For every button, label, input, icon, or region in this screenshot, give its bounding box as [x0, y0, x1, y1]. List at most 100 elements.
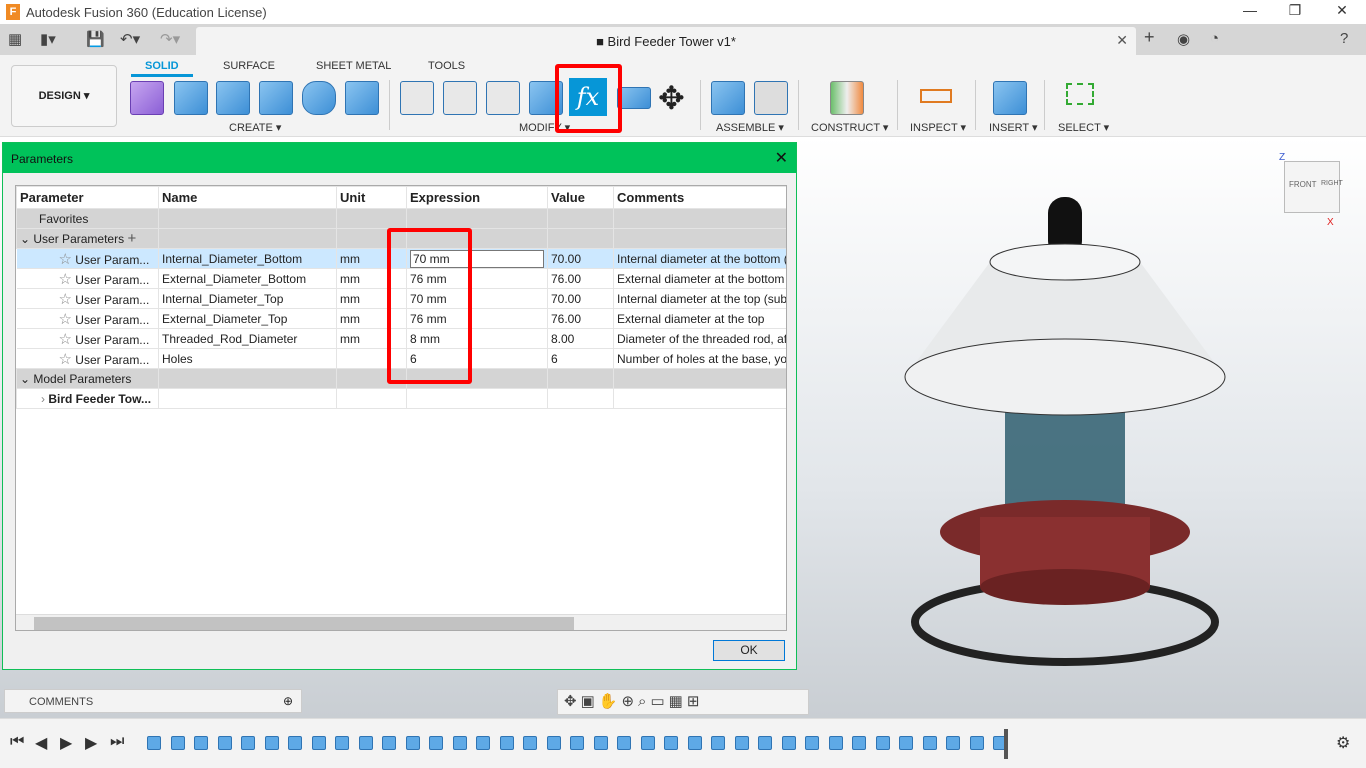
param-name[interactable]: External_Diameter_Top: [158, 308, 337, 329]
timeline-feature-icon[interactable]: [311, 736, 326, 750]
timeline-feature-icon[interactable]: [593, 736, 608, 750]
timeline-feature-icon[interactable]: [852, 736, 866, 750]
close-window-button[interactable]: ✕: [1332, 2, 1352, 19]
create-menu[interactable]: CREATE ▾: [229, 121, 281, 134]
view-cube-right[interactable]: RIGHT: [1321, 180, 1343, 187]
file-menu-icon[interactable]: ▮▾: [40, 30, 56, 48]
insert-menu[interactable]: INSERT ▾: [989, 121, 1038, 134]
favorite-star-icon[interactable]: ☆: [59, 291, 72, 308]
new-tab-icon[interactable]: +: [1144, 27, 1155, 48]
new-component-icon[interactable]: [711, 81, 745, 115]
inspect-menu[interactable]: INSPECT ▾: [910, 121, 966, 134]
param-comment[interactable]: External diameter at the bottom: [613, 268, 786, 289]
timeline-feature-icon[interactable]: [969, 736, 984, 750]
close-tab-icon[interactable]: ✕: [1116, 32, 1128, 49]
col-name[interactable]: Name: [158, 186, 337, 209]
zoom-icon[interactable]: ⊕: [621, 693, 638, 710]
timeline-feature-icon[interactable]: [664, 736, 678, 750]
timeline-feature-icon[interactable]: [382, 736, 396, 750]
col-parameter[interactable]: Parameter: [16, 186, 159, 209]
grid-settings-icon[interactable]: ▦: [669, 693, 687, 710]
redo-icon[interactable]: ↷▾: [160, 30, 180, 48]
step-back-icon[interactable]: ◀: [35, 733, 47, 753]
timeline-feature-icon[interactable]: [499, 736, 514, 750]
horizontal-scrollbar[interactable]: [16, 614, 786, 630]
param-comment[interactable]: Internal diameter at the bottom (: [613, 248, 786, 269]
loft-icon[interactable]: [259, 81, 293, 115]
timeline-feature-icon[interactable]: [899, 736, 913, 750]
favorite-star-icon[interactable]: ☆: [59, 271, 72, 288]
offset-face-icon[interactable]: [617, 87, 651, 109]
param-name[interactable]: Internal_Diameter_Bottom: [158, 248, 337, 269]
timeline-feature-icon[interactable]: [452, 736, 467, 750]
box-icon[interactable]: [345, 81, 379, 115]
param-name[interactable]: Holes: [158, 348, 337, 369]
job-status-icon[interactable]: ◔: [1210, 30, 1219, 47]
help-icon[interactable]: ?: [1340, 30, 1348, 47]
step-forward-icon[interactable]: ▶: [85, 733, 97, 753]
col-expression[interactable]: Expression: [406, 186, 548, 209]
chevron-down-icon[interactable]: ⌄: [20, 232, 33, 246]
pan-icon[interactable]: ✋: [599, 693, 622, 710]
assemble-menu[interactable]: ASSEMBLE ▾: [716, 121, 784, 134]
param-name[interactable]: Internal_Diameter_Top: [158, 288, 337, 309]
construct-menu[interactable]: CONSTRUCT ▾: [811, 121, 888, 134]
fillet-icon[interactable]: [443, 81, 477, 115]
timeline-feature-icon[interactable]: [758, 736, 772, 750]
timeline-feature-icon[interactable]: [687, 736, 702, 750]
insert-image-icon[interactable]: [993, 81, 1027, 115]
offset-plane-icon[interactable]: [830, 81, 864, 115]
timeline-feature-icon[interactable]: [711, 736, 725, 750]
timeline-feature-icon[interactable]: [617, 736, 631, 750]
viewports-icon[interactable]: ⊞: [687, 693, 704, 710]
col-value[interactable]: Value: [547, 186, 614, 209]
timeline-feature-icon[interactable]: [429, 736, 443, 750]
add-parameter-button[interactable]: +: [127, 230, 136, 247]
select-menu[interactable]: SELECT ▾: [1058, 121, 1109, 134]
timeline-marker[interactable]: [1004, 729, 1008, 759]
favorite-star-icon[interactable]: ☆: [59, 251, 72, 268]
view-cube[interactable]: FRONT RIGHT: [1284, 161, 1343, 213]
minimize-button[interactable]: —: [1240, 2, 1260, 18]
timeline-feature-icon[interactable]: [734, 736, 749, 750]
go-to-end-icon[interactable]: ⏭: [110, 733, 124, 751]
apps-grid-icon[interactable]: ▦: [8, 30, 22, 48]
measure-icon[interactable]: [920, 89, 952, 103]
display-settings-icon[interactable]: ▭: [650, 693, 668, 710]
timeline-feature-icon[interactable]: [147, 736, 161, 750]
timeline-feature-icon[interactable]: [476, 736, 490, 750]
document-tab[interactable]: ■ Bird Feeder Tower v1* ✕: [196, 27, 1136, 55]
timeline-feature-icon[interactable]: [570, 736, 584, 750]
save-icon[interactable]: 💾: [86, 30, 105, 48]
param-comment[interactable]: External diameter at the top: [613, 308, 786, 329]
timeline-feature-icon[interactable]: [946, 736, 960, 750]
timeline-feature-icon[interactable]: [335, 736, 349, 750]
maximize-button[interactable]: ❐: [1285, 2, 1305, 19]
favorite-star-icon[interactable]: ☆: [59, 351, 72, 368]
close-dialog-button[interactable]: ✕: [775, 148, 788, 168]
add-comment-icon[interactable]: ⊕: [283, 694, 293, 708]
timeline-feature-icon[interactable]: [194, 736, 208, 750]
model-child-row[interactable]: › Bird Feeder Tow...: [16, 388, 786, 409]
create-form-icon[interactable]: [130, 81, 164, 115]
cylinder-icon[interactable]: [302, 81, 336, 115]
scrollbar-thumb[interactable]: [34, 617, 574, 630]
timeline-settings-icon[interactable]: ⚙: [1336, 733, 1350, 753]
timeline-feature-icon[interactable]: [241, 736, 255, 750]
select-icon[interactable]: [1066, 83, 1094, 105]
ok-button[interactable]: OK: [713, 640, 785, 661]
shell-icon[interactable]: [486, 81, 520, 115]
move-icon[interactable]: ✥: [658, 79, 685, 117]
fit-icon[interactable]: ⌕: [638, 693, 650, 710]
revolve-icon[interactable]: [216, 81, 250, 115]
favorite-star-icon[interactable]: ☆: [59, 311, 72, 328]
chevron-down-icon[interactable]: ⌄: [20, 372, 33, 386]
tab-solid[interactable]: SOLID: [131, 60, 193, 77]
param-comment[interactable]: Internal diameter at the top (subt: [613, 288, 786, 309]
timeline-feature-icon[interactable]: [170, 736, 185, 750]
timeline-feature-icon[interactable]: [217, 736, 232, 750]
timeline-feature-icon[interactable]: [264, 736, 279, 750]
timeline-feature-icon[interactable]: [922, 736, 937, 750]
col-unit[interactable]: Unit: [336, 186, 407, 209]
view-cube-front[interactable]: FRONT: [1289, 180, 1317, 189]
